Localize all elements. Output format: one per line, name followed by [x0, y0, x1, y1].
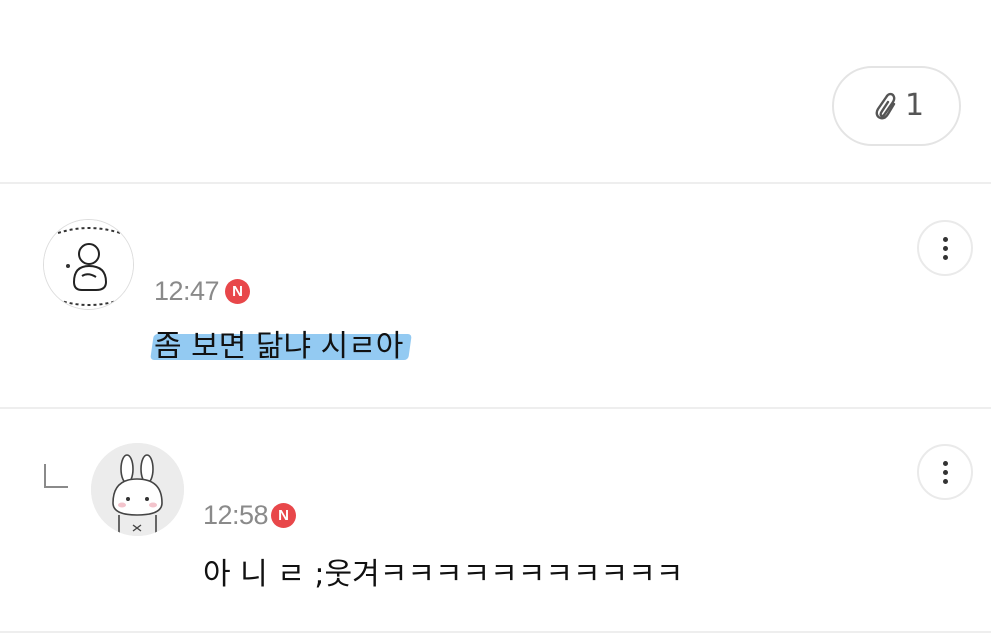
new-badge: N: [271, 503, 296, 528]
attachment-count: 1: [904, 88, 925, 123]
comment-thread: 1 12:47 N 좀 보면 닮냐 시ㄹ아 12:58 N 아 니 ㄹ ;웃겨ㅋ…: [0, 0, 991, 635]
vertical-dots-icon: [942, 460, 948, 466]
divider: [0, 631, 991, 633]
comment-text: 좀 보면 닮냐 시ㄹ아: [154, 329, 404, 364]
bunny-avatar: [91, 443, 184, 536]
divider: [0, 182, 991, 184]
comment-time: 12:58: [203, 500, 269, 530]
vertical-dots-icon-dot: [942, 254, 948, 260]
new-badge: N: [225, 279, 250, 304]
comment-time: 12:47: [154, 276, 220, 306]
paperclip-icon: [875, 92, 896, 120]
vertical-dots-icon-dot: [942, 478, 948, 484]
vertical-dots-icon-dot: [942, 469, 948, 475]
reply-arrow-icon: [44, 464, 68, 488]
user-avatar[interactable]: [91, 443, 184, 536]
more-options-button[interactable]: [917, 220, 973, 276]
character-sticker-avatar: [44, 220, 133, 309]
attachment-button[interactable]: 1: [832, 66, 961, 146]
more-options-button[interactable]: [917, 444, 973, 500]
comment-text: 아 니 ㄹ ;웃겨ㅋㅋㅋㅋㅋㅋㅋㅋㅋㅋㅋ: [203, 557, 684, 592]
user-avatar[interactable]: [43, 219, 134, 310]
divider: [0, 407, 991, 409]
vertical-dots-icon: [942, 236, 948, 242]
vertical-dots-icon-dot: [942, 245, 948, 251]
